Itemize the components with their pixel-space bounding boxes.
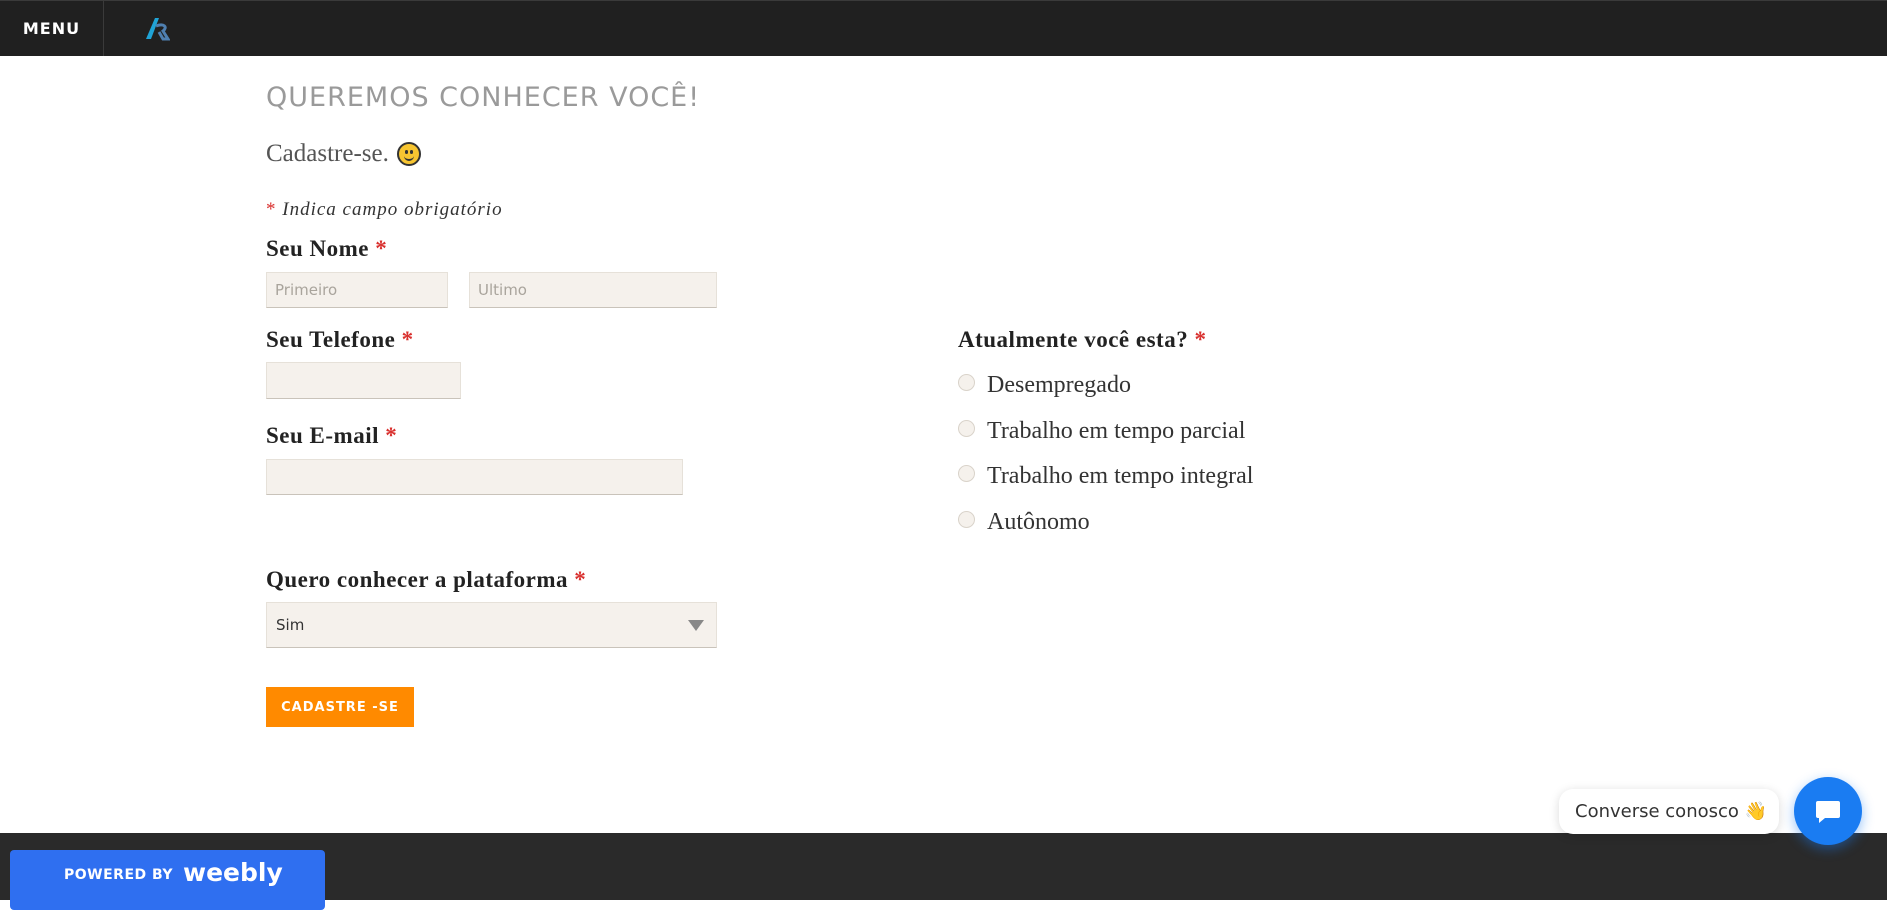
radio-button[interactable] [958, 420, 975, 437]
chat-icon [1816, 801, 1840, 823]
page-subtitle: Cadastre-se. [266, 140, 421, 168]
waving-hand-icon: 👋 [1744, 801, 1768, 822]
required-note-text: Indica campo obrigatório [282, 199, 503, 220]
status-label: Atualmente você esta? * [958, 327, 1207, 352]
radio-option-label: Autônomo [987, 509, 1090, 535]
subtitle-text: Cadastre-se. [266, 140, 389, 167]
radio-option-label: Trabalho em tempo integral [987, 463, 1254, 489]
page-title: QUEREMOS CONHECER VOCÊ! [266, 82, 701, 113]
top-navigation-bar: MENU [0, 0, 1887, 56]
submit-button[interactable]: CADASTRE -SE [266, 687, 414, 727]
radio-option-autonomo[interactable]: Autônomo [958, 509, 1090, 536]
chevron-down-icon [688, 620, 704, 631]
platform-label: Quero conhecer a plataforma * [266, 567, 587, 592]
powered-by-text: POWERED BY [64, 867, 174, 883]
radio-option-tempo-integral[interactable]: Trabalho em tempo integral [958, 463, 1253, 490]
radio-button[interactable] [958, 511, 975, 528]
radio-option-tempo-parcial[interactable]: Trabalho em tempo parcial [958, 418, 1245, 445]
required-field-note: * Indica campo obrigatório [266, 199, 503, 221]
first-name-input[interactable] [266, 272, 448, 308]
smiley-emoji-icon [396, 142, 421, 166]
platform-selected-value: Sim [276, 616, 305, 634]
email-label: Seu E-mail * [266, 423, 398, 448]
radio-button[interactable] [958, 374, 975, 391]
platform-select[interactable]: Sim [266, 602, 717, 648]
last-name-input[interactable] [469, 272, 717, 308]
radio-button[interactable] [958, 465, 975, 482]
weebly-badge[interactable]: POWERED BY weebly [10, 850, 325, 910]
menu-button[interactable]: MENU [0, 1, 104, 56]
radio-option-label: Trabalho em tempo parcial [987, 418, 1246, 444]
radio-option-desempregado[interactable]: Desempregado [958, 372, 1131, 399]
chat-greeting-text: Converse conosco [1575, 801, 1739, 822]
ar-logo-icon[interactable] [144, 15, 170, 41]
phone-input[interactable] [266, 362, 461, 399]
weebly-logo: weebly [183, 858, 283, 887]
required-asterisk: * [266, 199, 277, 220]
radio-option-label: Desempregado [987, 372, 1131, 398]
chat-greeting-bubble[interactable]: Converse conosco 👋 [1559, 789, 1779, 834]
chat-open-button[interactable] [1794, 777, 1862, 845]
email-input[interactable] [266, 459, 683, 495]
name-label: Seu Nome * [266, 236, 388, 261]
phone-label: Seu Telefone * [266, 327, 414, 352]
